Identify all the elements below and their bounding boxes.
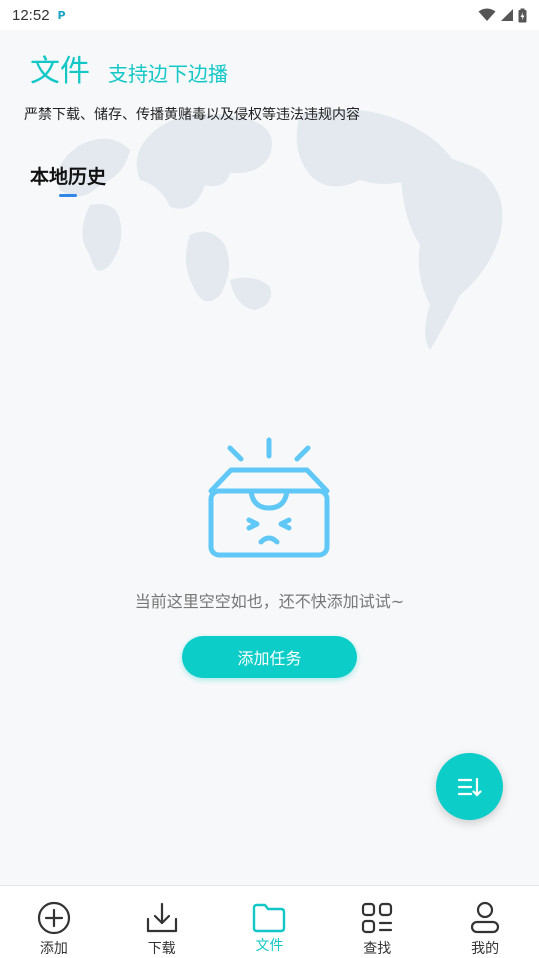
status-bar: 12:52 P xyxy=(0,0,539,30)
empty-box-illustration xyxy=(208,437,330,558)
nav-label-add: 添加 xyxy=(39,941,68,957)
sort-fab-button[interactable] xyxy=(436,753,503,820)
status-time: 12:52 xyxy=(12,6,50,24)
world-map-background xyxy=(57,109,503,350)
battery-icon xyxy=(518,8,527,22)
sort-list-icon xyxy=(457,777,482,797)
status-indicators xyxy=(478,8,527,23)
page-header: 文件 支持边下边播 xyxy=(30,46,228,90)
nav-item-download[interactable]: 下载 xyxy=(108,886,216,958)
page-subtitle: 支持边下边播 xyxy=(108,62,228,86)
nav-item-add[interactable]: 添加 xyxy=(0,886,108,958)
legal-notice: 严禁下载、储存、传播黄赌毒以及侵权等违法违规内容 xyxy=(24,107,360,123)
add-task-button[interactable]: 添加任务 xyxy=(182,636,357,678)
nav-label-search: 查找 xyxy=(363,941,392,957)
signal-icon xyxy=(501,9,513,21)
bottom-navigation: 添加 下载 文件 查找 我的 xyxy=(0,885,539,958)
nav-label-files: 文件 xyxy=(255,938,284,954)
nav-item-search[interactable]: 查找 xyxy=(323,886,431,958)
empty-state-message: 当前这里空空如也，还不快添加试试~ xyxy=(134,592,405,611)
add-circle-icon xyxy=(37,901,70,935)
nav-label-mine: 我的 xyxy=(471,941,500,957)
app-notification-icon: P xyxy=(57,8,66,22)
user-icon xyxy=(470,901,500,934)
wifi-icon xyxy=(478,8,496,21)
nav-item-mine[interactable]: 我的 xyxy=(431,886,539,958)
tab-active-indicator xyxy=(59,194,77,197)
download-icon xyxy=(146,902,177,933)
nav-label-download: 下载 xyxy=(147,941,176,957)
apps-grid-icon xyxy=(362,902,393,934)
folder-icon xyxy=(253,903,286,933)
page-title: 文件 xyxy=(30,54,90,89)
tab-local-history[interactable]: 本地历史 xyxy=(30,162,106,189)
nav-item-files[interactable]: 文件 xyxy=(216,886,324,958)
